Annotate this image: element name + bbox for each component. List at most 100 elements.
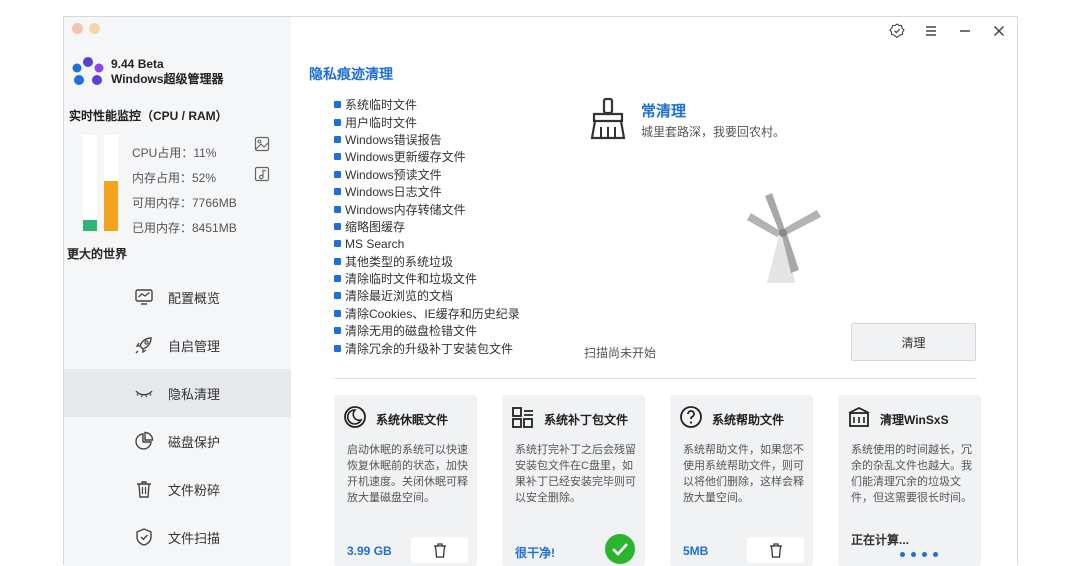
sidebar-item-config-overview[interactable]: 配置概览 — [64, 273, 291, 321]
clean-items-list: 系统临时文件 用户临时文件 Windows错误报告 Windows更新缓存文件 Wind… — [334, 96, 520, 357]
window-controls — [889, 23, 1007, 39]
perf-stats: CPU占用：11% 内存占用：52% 可用内存：7766MB 已用内存：8451… — [132, 141, 237, 241]
app-name: Windows超级管理器 — [111, 72, 224, 86]
sidebar-nav: 配置概览 自启管理 隐私清理 磁盘保护 文件粉碎 文件扫描 — [64, 273, 291, 561]
delete-button[interactable] — [411, 537, 468, 563]
brand: 9.44 Beta Windows超级管理器 — [111, 57, 224, 87]
sidebar-item-label: 自启管理 — [168, 338, 221, 354]
clean-item: 清除无用的磁盘检错文件 — [334, 322, 520, 339]
minimize-dot[interactable] — [89, 23, 100, 34]
card-size: 3.99 GB — [347, 544, 392, 558]
bullet-icon — [334, 101, 341, 109]
moon-gauge-icon — [344, 406, 366, 428]
card-desc: 启动休眠的系统可以快速恢复休眠前的状态，加快开机速度。关闭休眠可释放大量磁盘空间… — [347, 444, 468, 504]
clean-item-label: 清除无用的磁盘检错文件 — [345, 324, 478, 339]
card-status: 正在计算... — [851, 533, 910, 547]
loading-dots-icon — [900, 552, 938, 557]
card-desc: 系统帮助文件，如果您不使用系统帮助文件，则可以将他们删除，这样会释放大量空间。 — [683, 444, 804, 504]
page-title: 隐私痕迹清理 — [309, 66, 393, 82]
bullet-icon — [334, 309, 341, 317]
sidebar-item-file-shred[interactable]: 文件粉碎 — [64, 465, 291, 513]
clean-item: Windows日志文件 — [334, 183, 520, 200]
cpu-gauge — [83, 135, 97, 231]
clean-item-label: 缩略图缓存 — [345, 219, 406, 234]
clean-item: 其他类型的系统垃圾 — [334, 253, 520, 270]
minimize-icon[interactable] — [957, 23, 973, 39]
app-window: 9.44 Beta Windows超级管理器 实时性能监控（CPU / RAM）… — [63, 16, 1018, 566]
clean-item-label: Windows更新缓存文件 — [345, 150, 466, 165]
music-file-icon[interactable] — [254, 166, 270, 182]
sidebar-item-startup[interactable]: 自启管理 — [64, 321, 291, 369]
cpu-gauge-fill — [83, 220, 97, 231]
card-desc: 系统使用的时间越长，冗余的杂乱文件也越大。我们能清理冗余的垃圾文件，但这需要很长… — [851, 444, 972, 504]
monitor-chart-icon — [135, 289, 153, 305]
card-title: 系统休眠文件 — [376, 413, 449, 427]
pie-chart-icon — [135, 431, 154, 450]
clean-item: Windows错误报告 — [334, 131, 520, 148]
trash-icon — [769, 542, 782, 558]
scan-status: 扫描尚未开始 — [584, 346, 657, 360]
card-desc: 系统打完补丁之后会残留安装包文件在C盘里，如果补丁已经安装完毕则可以安全删除。 — [515, 444, 636, 504]
clean-subtitle: 城里套路深，我要回农村。 — [641, 125, 786, 139]
bullet-icon — [334, 205, 341, 213]
mem-gauge — [104, 135, 118, 231]
mem-gauge-fill — [104, 181, 118, 231]
clean-item-label: 清除Cookies、IE缓存和历史纪录 — [345, 306, 520, 321]
clean-item: 清除临时文件和垃圾文件 — [334, 270, 520, 287]
clean-item: Windows内存转储文件 — [334, 200, 520, 217]
sidebar-item-file-scan[interactable]: 文件扫描 — [64, 513, 291, 561]
sidebar-item-label: 文件扫描 — [168, 530, 221, 546]
clean-item-label: 用户临时文件 — [345, 115, 418, 130]
clean-item-label: 系统临时文件 — [345, 98, 418, 113]
clean-item-label: 清除最近浏览的文档 — [345, 289, 454, 304]
sidebar-item-label: 磁盘保护 — [168, 434, 221, 450]
bullet-icon — [334, 327, 341, 335]
card-status: 很干净! — [515, 546, 555, 560]
mem-usage: 内存占用：52% — [132, 171, 217, 185]
grid-icon — [512, 407, 533, 428]
menu-icon[interactable] — [923, 23, 939, 39]
card-title: 系统帮助文件 — [712, 413, 785, 427]
verified-badge-icon[interactable] — [889, 23, 905, 39]
image-icon[interactable] — [254, 136, 270, 152]
perf-monitor-title: 实时性能监控（CPU / RAM） — [69, 109, 228, 123]
clean-item-label: Windows错误报告 — [345, 132, 442, 147]
success-check-icon — [605, 534, 635, 564]
sidebar-item-label: 配置概览 — [168, 290, 221, 306]
bullet-icon — [334, 222, 341, 230]
clean-item: 系统临时文件 — [334, 96, 520, 113]
clean-item-label: Windows内存转储文件 — [345, 202, 466, 217]
clean-button[interactable]: 清理 — [851, 323, 976, 361]
sidebar-item-privacy-clean[interactable]: 隐私清理 — [64, 369, 291, 417]
card-size: 5MB — [683, 544, 709, 558]
windmill-icon — [747, 193, 821, 283]
delete-button[interactable] — [747, 537, 804, 563]
close-dot[interactable] — [72, 23, 83, 34]
available-memory: 可用内存：7766MB — [132, 196, 237, 210]
clean-item-label: 清除临时文件和垃圾文件 — [345, 272, 478, 287]
bullet-icon — [334, 344, 341, 352]
question-icon — [680, 406, 702, 428]
sidebar-item-disk-protect[interactable]: 磁盘保护 — [64, 417, 291, 465]
clean-item: MS Search — [334, 235, 520, 252]
clean-item-label: 清除冗余的升级补丁安装包文件 — [345, 341, 514, 356]
rocket-icon — [135, 337, 152, 354]
bigger-world-label: 更大的世界 — [67, 247, 128, 261]
cpu-usage: CPU占用：11% — [132, 146, 217, 160]
app-logo-icon — [72, 57, 104, 85]
clean-item-label: 其他类型的系统垃圾 — [345, 254, 454, 269]
clean-item-label: MS Search — [345, 236, 405, 251]
bullet-icon — [334, 292, 341, 300]
card-hibernate: 系统休眠文件 启动休眠的系统可以快速恢复休眠前的状态，加快开机速度。关闭休眠可释… — [334, 395, 477, 566]
clean-item: 用户临时文件 — [334, 113, 520, 130]
close-icon[interactable] — [991, 23, 1007, 39]
cleaner-box-icon — [848, 406, 870, 427]
window-dots — [72, 23, 100, 34]
card-title: 清理WinSxS — [880, 413, 949, 427]
clean-item: 清除最近浏览的文档 — [334, 287, 520, 304]
closed-eye-icon — [135, 390, 153, 398]
bullet-icon — [334, 118, 341, 126]
divider — [334, 378, 977, 379]
clean-item: 缩略图缓存 — [334, 218, 520, 235]
card-title: 系统补丁包文件 — [544, 413, 629, 427]
